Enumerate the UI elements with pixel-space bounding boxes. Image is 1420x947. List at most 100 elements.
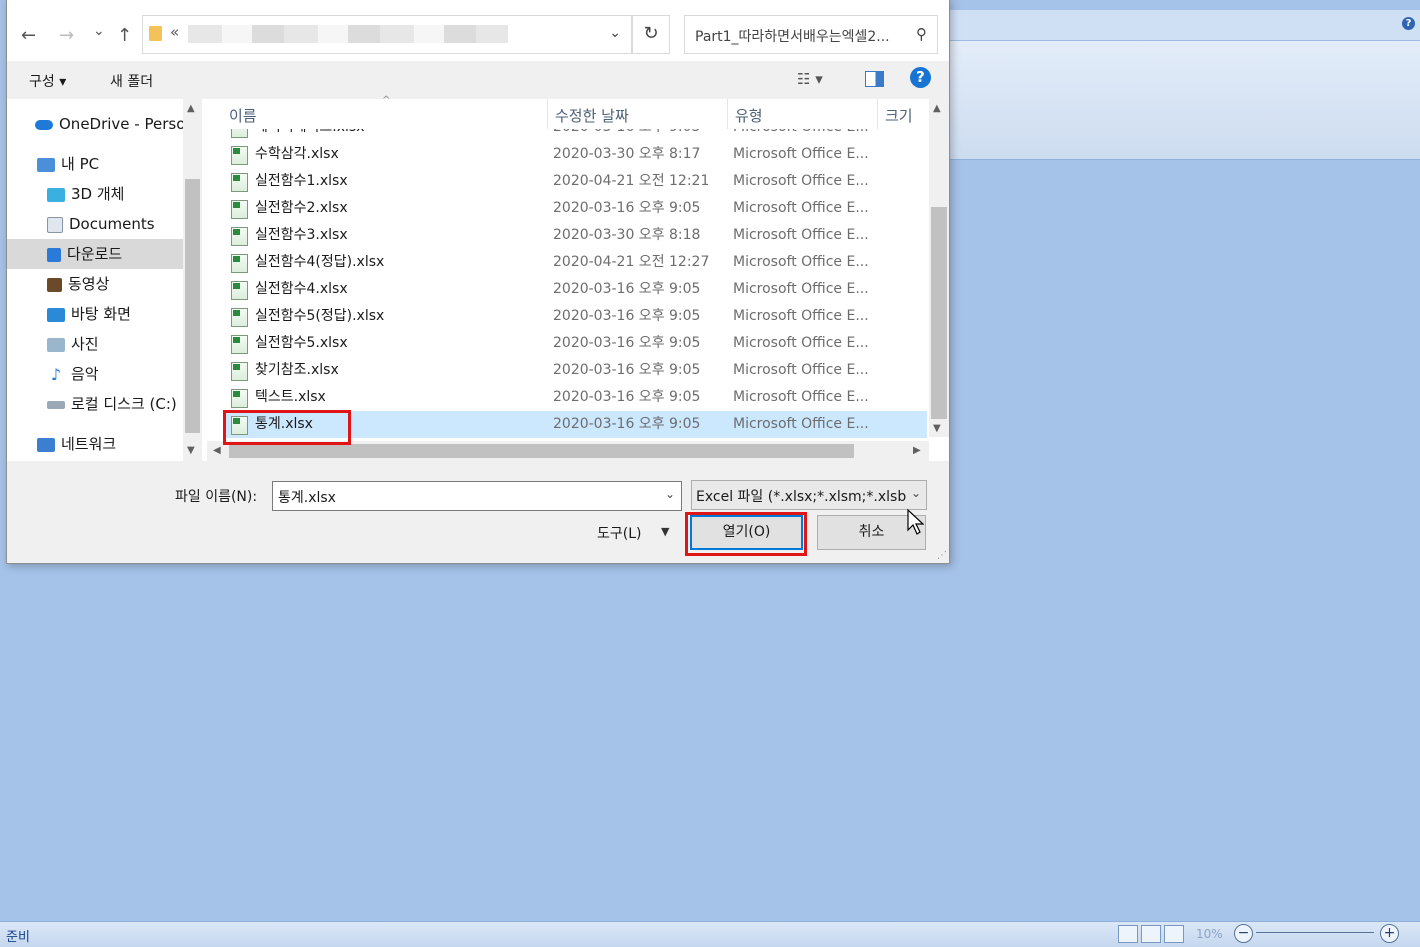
- nav-item-label: Documents: [69, 215, 155, 233]
- file-row[interactable]: 실전함수5.xlsx 2020-03-16 오후 9:05 Microsoft Of…: [223, 330, 927, 357]
- file-row[interactable]: 실전함수5(정답).xlsx 2020-03-16 오후 9:05 Microsof…: [223, 303, 927, 330]
- column-divider[interactable]: [877, 99, 878, 129]
- resize-grip-icon[interactable]: ⋰: [937, 550, 947, 561]
- chevron-down-icon[interactable]: ⌄: [609, 25, 621, 41]
- file-rows: 데이터베이스.xlsx 2020-03-16 오후 9:05 Microsoft O…: [207, 129, 929, 441]
- file-row[interactable]: 실전함수1.xlsx 2020-04-21 오전 12:21 Microsoft O…: [223, 168, 927, 195]
- column-type[interactable]: 유형: [735, 105, 763, 126]
- scroll-up-icon[interactable]: ▲: [933, 103, 941, 114]
- tools-dropdown-icon[interactable]: ▼: [661, 525, 669, 538]
- highlight-open-button: [685, 512, 807, 556]
- search-box[interactable]: Part1_따라하면서배우는엑셀2... ⚲: [684, 15, 938, 54]
- nav-item-label: 로컬 디스크 (C:): [71, 395, 177, 413]
- excel-file-icon: [231, 200, 248, 219]
- view-buttons: [1118, 925, 1184, 943]
- new-folder-button[interactable]: 새 폴더: [110, 71, 153, 91]
- organize-button[interactable]: 구성 ▾: [29, 71, 66, 91]
- view-options-icon[interactable]: ☷ ▾: [797, 70, 823, 88]
- dialog-footer: 파일 이름(N): 통계.xlsx ⌄ Excel 파일 (*.xlsx;*.x…: [7, 461, 949, 563]
- network-icon: [37, 437, 55, 452]
- filename-field[interactable]: 통계.xlsx ⌄: [272, 481, 682, 511]
- file-row[interactable]: 데이터베이스.xlsx 2020-03-16 오후 9:05 Microsoft O…: [223, 129, 927, 141]
- back-button[interactable]: ←: [21, 25, 36, 46]
- file-name: 실전함수5.xlsx: [255, 335, 348, 351]
- chevron-down-icon[interactable]: ⌄: [665, 487, 675, 501]
- scroll-left-icon[interactable]: ◀: [213, 445, 221, 456]
- nav-item-local-disk[interactable]: 로컬 디스크 (C:): [47, 389, 177, 419]
- scroll-up-icon[interactable]: ▲: [187, 103, 195, 114]
- file-row[interactable]: 실전함수3.xlsx 2020-03-30 오후 8:18 Microsoft Of…: [223, 222, 927, 249]
- sort-arrow-icon: ^: [382, 95, 391, 106]
- cube-icon: [47, 187, 65, 202]
- nav-item-onedrive[interactable]: OneDrive - Personal: [35, 109, 202, 139]
- excel-file-icon: [231, 362, 248, 381]
- nav-item-documents[interactable]: Documents: [47, 209, 155, 239]
- excel-help-icon[interactable]: ?: [1402, 17, 1415, 30]
- file-type: Microsoft Office E...: [733, 362, 869, 378]
- file-name: 찾기참조.xlsx: [255, 362, 339, 378]
- column-name[interactable]: 이름: [229, 105, 257, 126]
- search-input[interactable]: Part1_따라하면서배우는엑셀2...: [695, 26, 905, 46]
- zoom-in-button[interactable]: +: [1380, 924, 1399, 943]
- column-divider[interactable]: [727, 99, 728, 129]
- file-type: Microsoft Office E...: [733, 308, 869, 324]
- column-modified[interactable]: 수정한 날짜: [555, 105, 629, 126]
- horizontal-scroll-thumb[interactable]: [229, 444, 854, 458]
- forward-button[interactable]: →: [59, 25, 74, 46]
- help-button[interactable]: ?: [910, 67, 931, 88]
- preview-pane-icon[interactable]: [865, 71, 884, 87]
- nav-item-network[interactable]: 네트워크: [37, 429, 116, 459]
- file-row[interactable]: 실전함수4.xlsx 2020-03-16 오후 9:05 Microsoft Of…: [223, 276, 927, 303]
- address-bar[interactable]: « ⌄: [142, 15, 632, 54]
- file-name: 실전함수3.xlsx: [255, 227, 348, 243]
- file-date: 2020-03-16 오후 9:05: [553, 389, 701, 405]
- file-row[interactable]: 실전함수2.xlsx 2020-03-16 오후 9:05 Microsoft Of…: [223, 195, 927, 222]
- nav-item-desktop[interactable]: 바탕 화면: [47, 299, 131, 329]
- column-divider[interactable]: [547, 99, 548, 129]
- file-row[interactable]: 텍스트.xlsx 2020-03-16 오후 9:05 Microsoft Offi…: [223, 384, 927, 411]
- download-icon: [47, 247, 61, 262]
- nav-scroll-thumb[interactable]: [185, 179, 200, 433]
- page-layout-view-button[interactable]: [1141, 925, 1161, 943]
- nav-item-label: 다운로드: [67, 245, 123, 263]
- file-row[interactable]: 수학삼각.xlsx 2020-03-30 오후 8:17 Microsoft Off…: [223, 141, 927, 168]
- nav-item-this-pc[interactable]: 내 PC: [37, 149, 99, 179]
- nav-item-pictures[interactable]: 사진: [47, 329, 99, 359]
- nav-item-videos[interactable]: 동영상: [47, 269, 109, 299]
- file-type-filter[interactable]: Excel 파일 (*.xlsx;*.xlsm;*.xlsb;*.x ⌄: [691, 480, 927, 510]
- command-bar: 구성 ▾ 새 폴더 ☷ ▾ ?: [7, 61, 949, 99]
- scroll-right-icon[interactable]: ▶: [913, 445, 921, 456]
- search-icon: ⚲: [916, 25, 927, 43]
- scroll-down-icon[interactable]: ▼: [187, 445, 195, 456]
- file-name: 실전함수5(정답).xlsx: [255, 308, 385, 324]
- recent-locations-button[interactable]: ⌄: [93, 23, 105, 39]
- page-break-view-button[interactable]: [1164, 925, 1184, 943]
- address-chevron[interactable]: «: [170, 23, 179, 41]
- file-date: 2020-03-16 오후 9:05: [553, 200, 701, 216]
- picture-icon: [47, 337, 65, 352]
- file-row[interactable]: 실전함수4(정답).xlsx 2020-04-21 오전 12:27 Microso…: [223, 249, 927, 276]
- file-list-vertical-scrollbar[interactable]: ▲ ▼: [929, 99, 949, 437]
- nav-item-music[interactable]: ♪ 음악: [47, 359, 99, 389]
- up-button[interactable]: ↑: [117, 25, 132, 46]
- filename-value[interactable]: 통계.xlsx: [278, 487, 336, 507]
- tools-button[interactable]: 도구(L): [597, 523, 641, 543]
- column-size[interactable]: 크기: [885, 105, 913, 126]
- vertical-scroll-thumb[interactable]: [931, 207, 947, 419]
- file-type: Microsoft Office E...: [733, 129, 869, 141]
- file-name: 수학삼각.xlsx: [255, 146, 339, 162]
- nav-item-label: 네트워크: [61, 435, 117, 453]
- scroll-down-icon[interactable]: ▼: [933, 423, 941, 434]
- nav-item-downloads[interactable]: 다운로드: [7, 239, 183, 269]
- open-file-dialog: ← → ⌄ ↑ « ⌄ ↻ Part1_따라하면서배우는엑셀2... ⚲ 구성 …: [6, 0, 950, 564]
- chevron-down-icon[interactable]: ⌄: [911, 486, 921, 500]
- file-row[interactable]: 찾기참조.xlsx 2020-03-16 오후 9:05 Microsoft Off…: [223, 357, 927, 384]
- nav-pane-scrollbar[interactable]: ▲ ▼: [183, 99, 202, 461]
- normal-view-button[interactable]: [1118, 925, 1138, 943]
- zoom-out-button[interactable]: −: [1234, 924, 1253, 943]
- document-icon: [47, 216, 63, 233]
- refresh-button[interactable]: ↻: [632, 15, 670, 54]
- file-date: 2020-03-30 오후 8:18: [553, 227, 701, 243]
- zoom-slider[interactable]: [1256, 932, 1374, 933]
- nav-item-3d-objects[interactable]: 3D 개체: [47, 179, 124, 209]
